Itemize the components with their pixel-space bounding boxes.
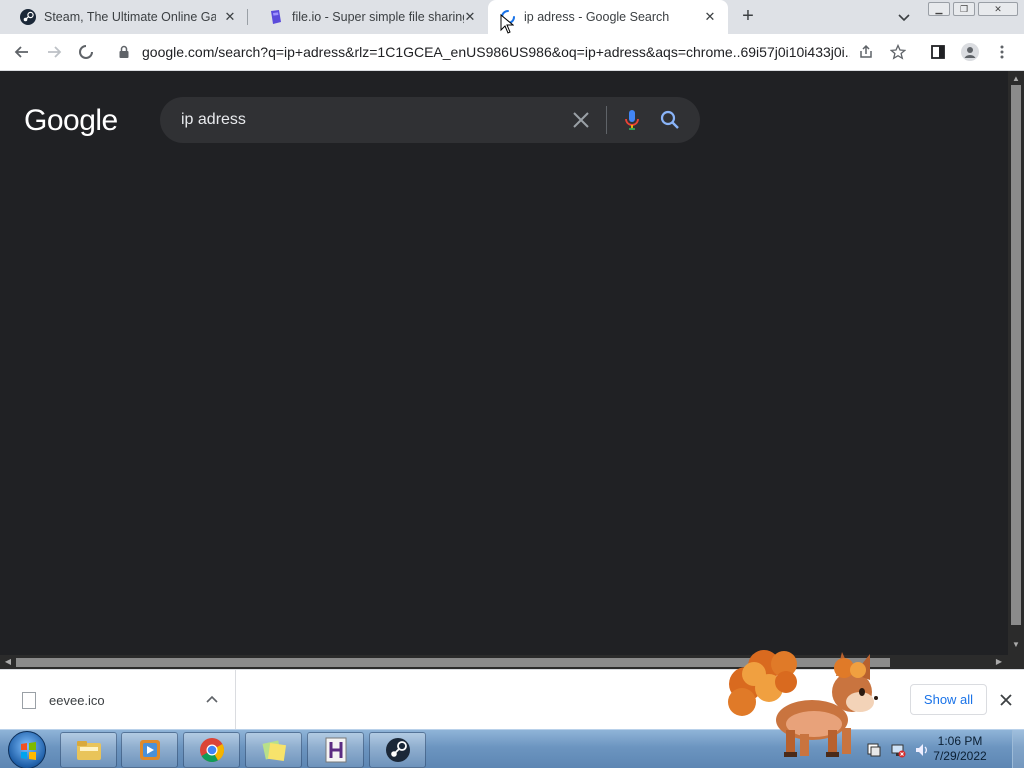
- download-filename: eevee.ico: [49, 693, 105, 708]
- close-tab-icon[interactable]: ✕: [702, 9, 718, 25]
- search-divider: [606, 106, 607, 134]
- tab-title: ip adress - Google Search: [524, 10, 670, 24]
- show-all-button[interactable]: Show all: [910, 684, 987, 715]
- bookmark-star-icon[interactable]: [888, 42, 908, 62]
- tab-google-search[interactable]: ip adress - Google Search ✕: [488, 0, 728, 34]
- chrome-icon: [199, 738, 224, 763]
- minimize-button[interactable]: ▁: [928, 2, 950, 16]
- back-arrow-icon[interactable]: [12, 42, 32, 62]
- search-icon[interactable]: [659, 109, 681, 131]
- tab-title: file.io - Super simple file sharing: [292, 10, 464, 24]
- clear-search-icon[interactable]: [570, 109, 592, 131]
- start-button[interactable]: [8, 731, 46, 768]
- forward-arrow-icon[interactable]: [44, 42, 64, 62]
- taskbar-hammer-editor[interactable]: [307, 732, 364, 768]
- sticky-notes-icon: [262, 740, 286, 762]
- search-input[interactable]: ip adress: [181, 111, 246, 129]
- scroll-down-arrow-icon[interactable]: ▼: [1011, 640, 1021, 650]
- steam-icon: [385, 738, 410, 762]
- scroll-right-arrow-icon[interactable]: ▶: [994, 657, 1004, 667]
- folder-icon: [76, 741, 101, 760]
- close-tab-icon[interactable]: ✕: [462, 9, 478, 25]
- vertical-scrollbar[interactable]: ▲ ▼: [1008, 71, 1024, 655]
- restore-button[interactable]: ❐: [953, 2, 975, 16]
- tab-fileio[interactable]: file.io - Super simple file sharing ✕: [248, 0, 488, 34]
- desktop-pet-fox-image[interactable]: [724, 644, 890, 764]
- taskbar-clock[interactable]: 1:06 PM 7/29/2022: [920, 734, 1000, 764]
- browser-toolbar: google.com/search?q=ip+adress&rlz=1C1GCE…: [0, 34, 1024, 71]
- scroll-left-arrow-icon[interactable]: ◀: [3, 657, 13, 667]
- share-icon[interactable]: [856, 42, 876, 62]
- more-menu-icon[interactable]: [992, 42, 1012, 62]
- mouse-cursor-icon: [500, 14, 514, 34]
- scroll-up-arrow-icon[interactable]: ▲: [1011, 74, 1021, 84]
- taskbar-chrome[interactable]: [183, 732, 240, 768]
- taskbar-file-explorer[interactable]: [60, 732, 117, 768]
- search-box[interactable]: ip adress: [160, 97, 700, 143]
- vertical-scroll-thumb[interactable]: [1011, 85, 1021, 625]
- side-panel-icon[interactable]: [928, 42, 948, 62]
- lock-icon[interactable]: [116, 44, 132, 60]
- steam-icon: [20, 9, 36, 25]
- taskbar-media-player[interactable]: [121, 732, 178, 768]
- download-item[interactable]: eevee.ico: [0, 670, 236, 730]
- address-url: google.com/search?q=ip+adress&rlz=1C1GCE…: [142, 44, 850, 60]
- scrollbar-corner: [1008, 655, 1024, 669]
- network-warning-icon[interactable]: [890, 742, 906, 758]
- clock-date: 7/29/2022: [933, 749, 987, 763]
- close-window-button[interactable]: ✕: [978, 2, 1018, 16]
- file-icon: [22, 692, 36, 709]
- stop-loading-icon[interactable]: [76, 42, 96, 62]
- address-bar[interactable]: google.com/search?q=ip+adress&rlz=1C1GCE…: [110, 37, 850, 67]
- chevron-up-icon[interactable]: [205, 692, 219, 706]
- google-results-page: Google ip adress: [0, 71, 1008, 655]
- tab-search-chevron-icon[interactable]: [896, 9, 912, 25]
- taskbar-sticky-notes[interactable]: [245, 732, 302, 768]
- microphone-icon[interactable]: [622, 109, 642, 131]
- taskbar-steam[interactable]: [369, 732, 426, 768]
- tab-steam[interactable]: Steam, The Ultimate Online Game Platform…: [0, 0, 248, 34]
- windows-logo-icon: [21, 742, 36, 760]
- media-player-icon: [139, 740, 160, 760]
- close-tab-icon[interactable]: ✕: [222, 9, 238, 25]
- tab-title: Steam, The Ultimate Online Game Platform: [44, 10, 216, 24]
- new-tab-button[interactable]: +: [736, 5, 760, 29]
- close-shelf-icon[interactable]: [998, 692, 1014, 708]
- show-desktop-button[interactable]: [1012, 730, 1024, 768]
- profile-avatar-icon[interactable]: [960, 42, 980, 62]
- hammer-editor-icon: [325, 737, 346, 763]
- clock-time: 1:06 PM: [937, 734, 983, 748]
- google-logo[interactable]: Google: [24, 104, 118, 138]
- fileio-icon: [271, 10, 281, 24]
